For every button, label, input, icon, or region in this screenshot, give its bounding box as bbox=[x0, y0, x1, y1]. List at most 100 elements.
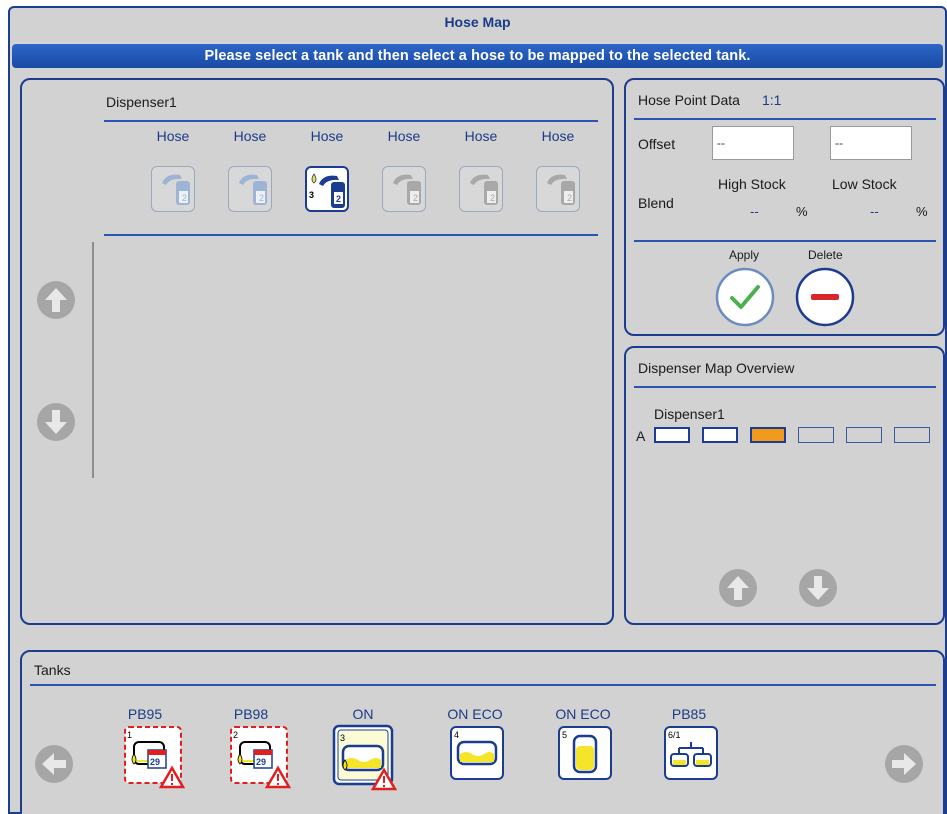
offset-field-1[interactable] bbox=[712, 126, 794, 160]
nozzle-icon: 2 bbox=[239, 174, 267, 205]
tank-vertical-icon: 5 bbox=[558, 726, 612, 780]
hose-nozzle-button-3-selected[interactable]: 3 2 bbox=[305, 166, 349, 212]
tank-manifold-icon: 6/1 bbox=[664, 726, 718, 780]
low-stock-percent: % bbox=[916, 204, 928, 219]
delete-button[interactable] bbox=[794, 266, 856, 328]
svg-text:2: 2 bbox=[259, 193, 264, 203]
blend-label: Blend bbox=[638, 195, 674, 211]
nozzle-icon: 2 bbox=[547, 174, 575, 205]
hose-divider bbox=[104, 234, 598, 236]
apply-label: Apply bbox=[729, 248, 760, 262]
tank-label-4: ON ECO bbox=[447, 706, 503, 722]
high-stock-value: -- bbox=[750, 204, 759, 219]
overview-scroll-down-button[interactable] bbox=[798, 568, 838, 608]
scroll-down-button[interactable] bbox=[36, 402, 76, 442]
svg-text:3: 3 bbox=[309, 190, 314, 200]
svg-text:2: 2 bbox=[413, 193, 418, 203]
offset-field-2[interactable] bbox=[830, 126, 912, 160]
hose-point-data-title: Hose Point Data bbox=[638, 92, 740, 108]
hose-nozzle-button-6[interactable]: 2 bbox=[536, 166, 580, 212]
apply-button[interactable] bbox=[714, 266, 776, 328]
hose-point-value: 1:1 bbox=[762, 92, 782, 108]
tank-label-5: ON ECO bbox=[555, 706, 611, 722]
hpd-divider-bottom bbox=[634, 240, 936, 242]
hose-map-window: Hose Map Please select a tank and then s… bbox=[8, 6, 947, 814]
tank-button-5[interactable]: 5 bbox=[556, 724, 616, 787]
svg-text:2: 2 bbox=[567, 193, 572, 203]
tank-button-3-selected[interactable]: 3 bbox=[332, 724, 398, 795]
hose-nozzle-button-2[interactable]: 2 bbox=[228, 166, 272, 212]
tank-label-2: PB98 bbox=[233, 706, 269, 722]
nozzle-fuel-icon: 3 2 bbox=[309, 173, 345, 208]
tank-low-fuel-warning-icon: 3 bbox=[332, 724, 398, 791]
hose-label-1: Hose bbox=[156, 128, 190, 144]
arrow-up-icon bbox=[719, 569, 757, 607]
low-stock-label: Low Stock bbox=[832, 176, 897, 192]
hose-label-5: Hose bbox=[464, 128, 498, 144]
tank-number-1: 1 bbox=[127, 730, 132, 740]
scroll-up-button[interactable] bbox=[36, 280, 76, 320]
arrow-up-icon bbox=[37, 281, 75, 319]
window-title: Hose Map bbox=[444, 14, 511, 30]
arrow-down-icon bbox=[799, 569, 837, 607]
tank-button-4[interactable]: 4 bbox=[448, 724, 508, 787]
instruction-banner: Please select a tank and then select a h… bbox=[12, 44, 943, 68]
hose-nozzle-button-1[interactable]: 2 bbox=[151, 166, 195, 212]
tanks-scroll-left-button[interactable] bbox=[34, 744, 74, 784]
overview-row-label: A bbox=[636, 428, 646, 444]
arrow-right-icon bbox=[885, 745, 923, 783]
hpd-divider-top bbox=[634, 118, 936, 120]
hose-nozzle-button-5[interactable]: 2 bbox=[459, 166, 503, 212]
overview-scroll-up-button[interactable] bbox=[718, 568, 758, 608]
hose-nozzle-button-4[interactable]: 2 bbox=[382, 166, 426, 212]
tank-label-1: PB95 bbox=[127, 706, 163, 722]
high-stock-percent: % bbox=[796, 204, 808, 219]
svg-text:3: 3 bbox=[340, 733, 345, 743]
nozzle-icon: 2 bbox=[470, 174, 498, 205]
tank-button-6[interactable]: 6/1 bbox=[662, 724, 722, 787]
overview-slot-2[interactable] bbox=[702, 427, 738, 443]
hose-label-6: Hose bbox=[541, 128, 575, 144]
dispenser-map-overview-title: Dispenser Map Overview bbox=[638, 360, 795, 376]
dispenser-name: Dispenser1 bbox=[106, 94, 177, 110]
hose-label-4: Hose bbox=[387, 128, 421, 144]
nozzle-icon: 2 bbox=[393, 174, 421, 205]
overview-slot-5[interactable] bbox=[846, 427, 882, 443]
tank-delivery-warning-icon: 2 29 bbox=[230, 726, 292, 789]
dispenser-divider bbox=[104, 120, 598, 122]
nozzle-icon: 2 bbox=[162, 174, 190, 205]
tank-label-3: ON bbox=[352, 706, 374, 722]
arrow-left-icon bbox=[35, 745, 73, 783]
svg-text:2: 2 bbox=[182, 193, 187, 203]
tank-button-1[interactable]: 1 29 bbox=[122, 724, 186, 793]
minus-icon bbox=[795, 267, 855, 327]
overview-slot-3-selected[interactable] bbox=[750, 427, 786, 443]
tanks-divider bbox=[30, 684, 936, 686]
offset-label: Offset bbox=[638, 136, 676, 152]
svg-text:29: 29 bbox=[256, 757, 266, 767]
check-icon bbox=[715, 267, 775, 327]
svg-text:5: 5 bbox=[562, 730, 567, 740]
overview-slot-4[interactable] bbox=[798, 427, 834, 443]
svg-text:2: 2 bbox=[233, 730, 238, 740]
tanks-scroll-right-button[interactable] bbox=[884, 744, 924, 784]
high-stock-label: High Stock bbox=[718, 176, 786, 192]
svg-text:4: 4 bbox=[454, 730, 459, 740]
delete-label: Delete bbox=[808, 248, 843, 262]
tank-delivery-warning-icon: 1 29 bbox=[124, 726, 186, 789]
tank-label-6: PB85 bbox=[671, 706, 707, 722]
dmo-divider bbox=[634, 386, 936, 388]
overview-slot-1[interactable] bbox=[654, 427, 690, 443]
scroll-track bbox=[92, 242, 94, 478]
overview-slot-6[interactable] bbox=[894, 427, 930, 443]
svg-text:6/1: 6/1 bbox=[668, 730, 681, 740]
tank-horizontal-icon: 4 bbox=[450, 726, 504, 780]
tank-button-2[interactable]: 2 29 bbox=[228, 724, 292, 793]
hose-label-3: Hose bbox=[310, 128, 344, 144]
dispenser-panel: Dispenser1 Hose Hose Hose Hose Hose Hose… bbox=[20, 78, 614, 625]
hose-label-2: Hose bbox=[233, 128, 267, 144]
tanks-title: Tanks bbox=[34, 662, 71, 678]
low-stock-value: -- bbox=[870, 204, 879, 219]
arrow-down-icon bbox=[37, 403, 75, 441]
dispenser-map-overview-panel: Dispenser Map Overview Dispenser1 A bbox=[624, 346, 945, 625]
